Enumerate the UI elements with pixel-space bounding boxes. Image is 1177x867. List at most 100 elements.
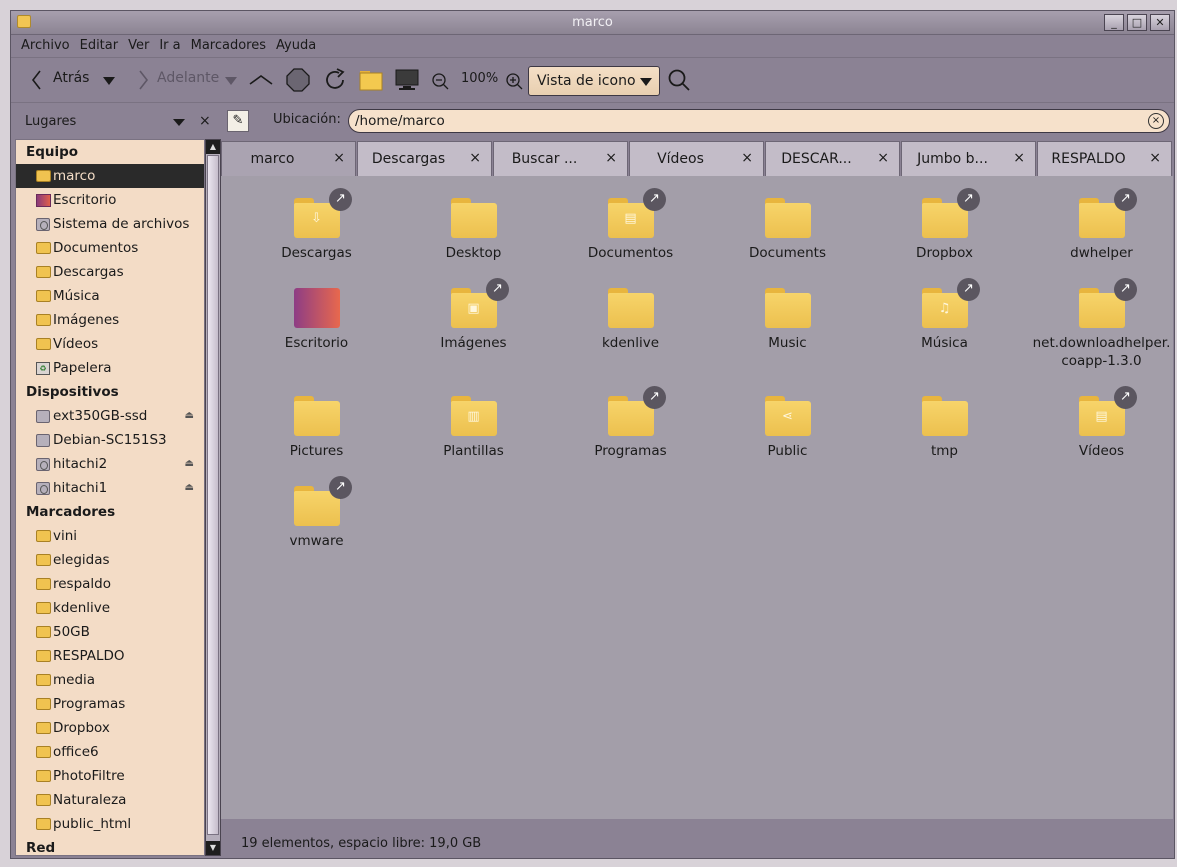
file-item[interactable]: kdenlive [552, 288, 709, 352]
sidebar-item[interactable]: marco [16, 164, 204, 188]
home-folder-icon[interactable] [359, 68, 383, 92]
folder-icon [36, 626, 51, 638]
scroll-up-arrow-icon[interactable]: ▲ [206, 140, 220, 154]
sidebar-item[interactable]: Dropbox [16, 716, 204, 740]
file-item[interactable]: ↗ Programas [552, 386, 709, 460]
scrollbar-thumb[interactable] [207, 155, 219, 835]
file-item[interactable]: ↗ dwhelper [1023, 188, 1177, 262]
sidebar-item[interactable]: ext350GB-ssd ⏏ [16, 404, 204, 428]
file-item[interactable]: Music [709, 288, 866, 352]
tab-descar-[interactable]: DESCAR... × [765, 141, 900, 176]
file-item[interactable]: ▥ Plantillas [395, 396, 552, 460]
forward-button[interactable]: Adelante [157, 70, 219, 86]
menu-marcadores[interactable]: Marcadores [191, 35, 271, 57]
zoom-out-icon[interactable] [431, 72, 449, 90]
zoom-in-icon[interactable] [505, 72, 523, 90]
menu-archivo[interactable]: Archivo [21, 35, 75, 57]
sidebar-item[interactable]: public_html [16, 812, 204, 836]
tab-close-icon[interactable]: × [1013, 150, 1025, 166]
clear-icon[interactable]: × [1148, 113, 1164, 129]
sidebar-item[interactable]: media [16, 668, 204, 692]
sidebar-scrollbar[interactable]: ▲ ▼ [205, 139, 221, 856]
tab-close-icon[interactable]: × [1149, 150, 1161, 166]
edit-location-icon[interactable]: ✎ [227, 110, 249, 132]
title-bar[interactable]: marco _ □ ✕ [11, 11, 1174, 35]
tab-v-deos[interactable]: Vídeos × [629, 141, 764, 176]
menu-ir-a[interactable]: Ir a [159, 35, 185, 57]
sidebar-item[interactable]: hitachi2 ⏏ [16, 452, 204, 476]
view-mode-select[interactable]: Vista de icono [528, 66, 660, 96]
file-item[interactable]: tmp [866, 396, 1023, 460]
folder-icon: ⋖ [764, 396, 811, 436]
tab-close-icon[interactable]: × [605, 150, 617, 166]
sidebar-item[interactable]: Vídeos [16, 332, 204, 356]
tab-close-icon[interactable]: × [877, 150, 889, 166]
tab-respaldo[interactable]: RESPALDO × [1037, 141, 1172, 176]
minimize-button[interactable]: _ [1104, 14, 1124, 31]
sidebar-item[interactable]: Imágenes [16, 308, 204, 332]
back-history-dropdown[interactable] [103, 77, 115, 85]
sidebar-item[interactable]: ♻ Papelera [16, 356, 204, 380]
file-item[interactable]: ▤ ↗ Documentos [552, 188, 709, 262]
file-item[interactable]: ↗ vmware [238, 476, 395, 550]
sidebar-item[interactable]: 50GB [16, 620, 204, 644]
eject-icon[interactable]: ⏏ [185, 452, 194, 476]
sidebar-item[interactable]: Música [16, 284, 204, 308]
sidebar-item[interactable]: Escritorio [16, 188, 204, 212]
file-item[interactable]: Pictures [238, 396, 395, 460]
file-item[interactable]: ↗ net.downloadhelper.coapp-1.3.0 [1023, 278, 1177, 370]
close-button[interactable]: ✕ [1150, 14, 1170, 31]
file-item[interactable]: ▣ ↗ Imágenes [395, 278, 552, 352]
menu-ver[interactable]: Ver [128, 35, 154, 57]
file-label: Desktop [445, 245, 502, 261]
menu-ayuda[interactable]: Ayuda [276, 35, 321, 57]
sidebar-item[interactable]: Sistema de archivos [16, 212, 204, 236]
forward-history-dropdown[interactable] [225, 77, 237, 85]
tab-close-icon[interactable]: × [741, 150, 753, 166]
sidebar-item[interactable]: Descargas [16, 260, 204, 284]
stop-icon[interactable] [286, 68, 310, 92]
file-item[interactable]: Documents [709, 198, 866, 262]
sidebar-item[interactable]: hitachi1 ⏏ [16, 476, 204, 500]
sidebar-item[interactable]: Naturaleza [16, 788, 204, 812]
tab-descargas[interactable]: Descargas × [357, 141, 492, 176]
file-item[interactable]: Escritorio [238, 288, 395, 352]
sidebar-item[interactable]: respaldo [16, 572, 204, 596]
menu-editar[interactable]: Editar [80, 35, 124, 57]
up-icon[interactable] [249, 68, 273, 92]
sidebar-item[interactable]: Programas [16, 692, 204, 716]
tab-close-icon[interactable]: × [333, 150, 345, 166]
location-input[interactable]: /home/marco × [348, 109, 1170, 133]
sidebar-close-icon[interactable]: × [199, 113, 211, 129]
tab-jumbo-b-[interactable]: Jumbo b... × [901, 141, 1036, 176]
computer-icon[interactable] [395, 68, 419, 92]
tab-buscar-[interactable]: Buscar ... × [493, 141, 628, 176]
back-button[interactable]: Atrás [53, 70, 89, 86]
tab-close-icon[interactable]: × [469, 150, 481, 166]
eject-icon[interactable]: ⏏ [185, 476, 194, 500]
scroll-down-arrow-icon[interactable]: ▼ [206, 841, 220, 855]
sidebar-item[interactable]: Documentos [16, 236, 204, 260]
file-item[interactable]: Desktop [395, 198, 552, 262]
forward-arrow-icon[interactable] [131, 68, 155, 92]
sidebar-item[interactable]: PhotoFiltre [16, 764, 204, 788]
sidebar-item[interactable]: RESPALDO [16, 644, 204, 668]
reload-icon[interactable] [323, 68, 347, 92]
back-arrow-icon[interactable] [25, 68, 49, 92]
eject-icon[interactable]: ⏏ [185, 404, 194, 428]
sidebar-item[interactable]: Debian-SC151S3 [16, 428, 204, 452]
sidebar-item[interactable]: vini [16, 524, 204, 548]
file-item[interactable]: ↗ Dropbox [866, 188, 1023, 262]
maximize-button[interactable]: □ [1127, 14, 1147, 31]
search-icon[interactable] [667, 68, 691, 92]
folder-body [450, 203, 497, 238]
file-item[interactable]: ⇩ ↗ Descargas [238, 188, 395, 262]
sidebar-item[interactable]: elegidas [16, 548, 204, 572]
tab-marco[interactable]: marco × [221, 141, 356, 176]
sidebar-item[interactable]: kdenlive [16, 596, 204, 620]
sidebar-dropdown-icon[interactable] [173, 119, 185, 126]
file-item[interactable]: ⋖ Public [709, 396, 866, 460]
file-item[interactable]: ♫ ↗ Música [866, 278, 1023, 352]
file-item[interactable]: ▤ ↗ Vídeos [1023, 386, 1177, 460]
sidebar-item[interactable]: office6 [16, 740, 204, 764]
